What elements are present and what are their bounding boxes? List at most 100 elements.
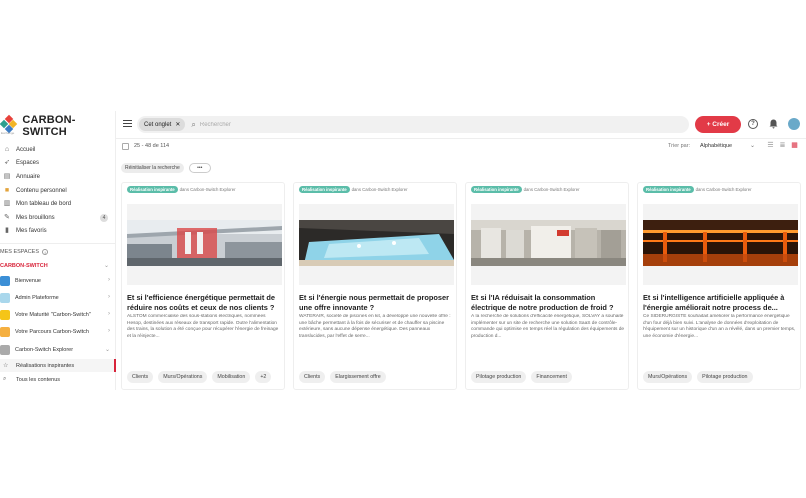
sub-item-realisations-inspirantes[interactable]: ☆ Réalisations inspirantes xyxy=(0,359,116,372)
card-grid: Réalisation inspirante dans Carbon-Switc… xyxy=(121,182,801,390)
card-tag-chip[interactable]: Financement xyxy=(531,371,572,383)
more-tags-chip[interactable]: +2 xyxy=(255,371,272,383)
nav-item-annuaire[interactable]: ▤ Annuaire xyxy=(0,170,116,184)
chevron-right-icon[interactable]: › xyxy=(108,328,110,334)
espaces-header: MES ESPACES i xyxy=(0,249,49,255)
scope-chip[interactable]: Cet onglet ✕ xyxy=(139,118,186,131)
card-description: WATERAIR, société de piscines en kit, a … xyxy=(299,314,451,339)
chevron-right-icon[interactable]: › xyxy=(108,311,110,317)
space-item-admin-plateforme[interactable]: Admin Plateforme › xyxy=(0,289,116,306)
search-icon: ⌕ xyxy=(191,119,196,129)
more-options-button[interactable]: ••• xyxy=(188,163,211,173)
space-color-icon xyxy=(0,275,10,286)
drafts-count-badge: 4 xyxy=(100,213,108,222)
card-tag-chip[interactable]: Clients xyxy=(299,371,326,383)
card-tag-chip[interactable]: Murs/Opérations xyxy=(643,371,693,383)
card-tags: Murs/Opérations Pilotage production xyxy=(643,371,758,383)
top-bar: Cet onglet ✕ ⌕ + Créer ? xyxy=(116,111,806,139)
card-tag-chip[interactable]: Elargissement offre xyxy=(330,371,386,383)
card-tags: Clients Murs/Opérations Mobilisation +2 xyxy=(127,371,276,383)
card-title[interactable]: Et si l'IA réduisait la consommation éle… xyxy=(471,293,625,312)
list-view-icon[interactable]: ☰ xyxy=(766,142,775,150)
brand-name: CARBON-SWITCH xyxy=(22,114,76,138)
content-card[interactable]: Réalisation inspirante dans Carbon-Switc… xyxy=(637,182,801,390)
scope-chip-label: Cet onglet xyxy=(144,121,172,128)
info-icon[interactable]: i xyxy=(42,249,49,255)
contacts-icon: ▤ xyxy=(3,172,11,180)
create-button[interactable]: + Créer xyxy=(695,116,741,133)
divider xyxy=(0,243,116,244)
card-tag-chip[interactable]: Pilotage production xyxy=(471,371,527,383)
space-item-label: Votre Maturité "Carbon-Switch" xyxy=(15,311,91,318)
nav-item-label: Accueil xyxy=(16,146,36,153)
close-icon[interactable]: ✕ xyxy=(175,121,180,128)
help-icon[interactable]: ? xyxy=(748,119,758,129)
card-tag-chip[interactable]: Murs/Opérations xyxy=(158,371,208,383)
nav-item-label: Espaces xyxy=(16,160,40,167)
draft-icon: ✎ xyxy=(4,213,10,221)
results-toolbar: 25 - 48 de 114 Trier par: Alphabétique ⌄… xyxy=(116,139,806,155)
card-tag-chip[interactable]: Clients xyxy=(127,371,154,383)
chevron-down-icon[interactable]: ⌄ xyxy=(750,142,755,149)
nav-item-tableau-de-bord[interactable]: ▥ Mon tableau de bord xyxy=(0,197,116,211)
space-item-bienvenue[interactable]: Bienvenue › xyxy=(0,272,116,289)
card-title[interactable]: Et si l'efficience énergétique permettai… xyxy=(127,293,281,312)
space-item-label: Carbon-Switch Explorer xyxy=(15,346,74,353)
realisation-badge: Réalisation inspirante xyxy=(299,186,350,193)
sub-item-tous-les-contenus[interactable]: ⌕ Tous les contenus xyxy=(0,373,116,386)
compact-view-icon[interactable]: ≣ xyxy=(778,142,787,150)
content-card[interactable]: Réalisation inspirante dans Carbon-Switc… xyxy=(293,182,457,390)
bookmark-icon: ▮ xyxy=(5,227,9,235)
card-tag-chip[interactable]: Pilotage production xyxy=(697,371,753,383)
rocket-icon: ➶ xyxy=(4,159,10,167)
reset-search-button[interactable]: Réinitialiser la recherche xyxy=(121,163,184,173)
card-description: Ce SIDERURGISTE souhaitait améliorer la … xyxy=(643,314,796,339)
carbon-switch-section-label[interactable]: CARBON-SWITCH xyxy=(0,263,48,269)
chevron-right-icon[interactable]: › xyxy=(108,277,110,283)
chevron-right-icon[interactable]: › xyxy=(108,294,110,300)
card-title[interactable]: Et si l'énergie nous permettait de propo… xyxy=(299,293,453,312)
sidebar: Exchange CARBON-SWITCH ⌂ Accueil ➶ Espac… xyxy=(0,111,116,390)
card-description: ALSTOM commercialise des sous-stations é… xyxy=(127,314,279,339)
nav-item-favoris[interactable]: ▮ Mes favoris xyxy=(0,225,116,239)
sort-select[interactable]: Alphabétique xyxy=(700,143,732,149)
brand[interactable]: Exchange CARBON-SWITCH xyxy=(0,111,116,141)
chevron-down-icon[interactable]: ⌄ xyxy=(105,346,110,353)
card-title[interactable]: Et si l'intelligence artificielle appliq… xyxy=(643,293,797,312)
card-image-chiller xyxy=(471,204,626,285)
search-input[interactable] xyxy=(199,121,500,128)
space-item-parcours[interactable]: Votre Parcours Carbon-Switch › xyxy=(0,323,116,340)
avatar[interactable] xyxy=(788,118,800,130)
nav-item-contenu-personnel[interactable]: ■ Contenu personnel xyxy=(0,184,116,198)
search-icon: ⌕ xyxy=(3,376,7,382)
nav-item-accueil[interactable]: ⌂ Accueil xyxy=(0,143,116,157)
bell-icon[interactable] xyxy=(768,119,778,129)
filter-bar: Réinitialiser la recherche ••• xyxy=(116,163,211,175)
realisation-badge: Réalisation inspirante xyxy=(471,186,522,193)
card-tag-chip[interactable]: Mobilisation xyxy=(212,371,251,383)
card-source: dans Carbon-Switch Explorer xyxy=(179,187,236,192)
space-item-label: Bienvenue xyxy=(15,277,41,284)
card-type-tag: Réalisation inspirante dans Carbon-Switc… xyxy=(299,186,408,193)
space-color-icon xyxy=(0,326,10,337)
card-source: dans Carbon-Switch Explorer xyxy=(523,187,580,192)
sort-label: Trier par: xyxy=(668,143,691,149)
sub-item-label: Tous les contenus xyxy=(16,376,61,383)
card-source: dans Carbon-Switch Explorer xyxy=(695,187,752,192)
card-tags: Clients Elargissement offre xyxy=(299,371,391,383)
select-all-checkbox[interactable] xyxy=(122,143,129,150)
space-item-explorer[interactable]: Carbon-Switch Explorer ⌄ xyxy=(0,341,116,358)
chevron-down-icon[interactable]: ⌄ xyxy=(104,262,109,269)
brand-subtitle: Exchange xyxy=(1,131,15,135)
sub-item-label: Réalisations inspirantes xyxy=(16,362,75,369)
space-item-label: Admin Plateforme xyxy=(15,294,59,301)
nav-item-brouillons[interactable]: ✎ Mes brouillons 4 xyxy=(0,211,116,225)
search-bar[interactable]: Cet onglet ✕ ⌕ xyxy=(137,116,689,133)
content-card[interactable]: Réalisation inspirante dans Carbon-Switc… xyxy=(121,182,285,390)
content-card[interactable]: Réalisation inspirante dans Carbon-Switc… xyxy=(465,182,629,390)
nav-item-espaces[interactable]: ➶ Espaces xyxy=(0,157,116,171)
space-item-maturite[interactable]: Votre Maturité "Carbon-Switch" › xyxy=(0,306,116,323)
hamburger-menu-icon[interactable] xyxy=(123,120,132,127)
space-color-icon xyxy=(0,292,10,303)
grid-view-icon[interactable]: ▦ xyxy=(790,142,799,150)
